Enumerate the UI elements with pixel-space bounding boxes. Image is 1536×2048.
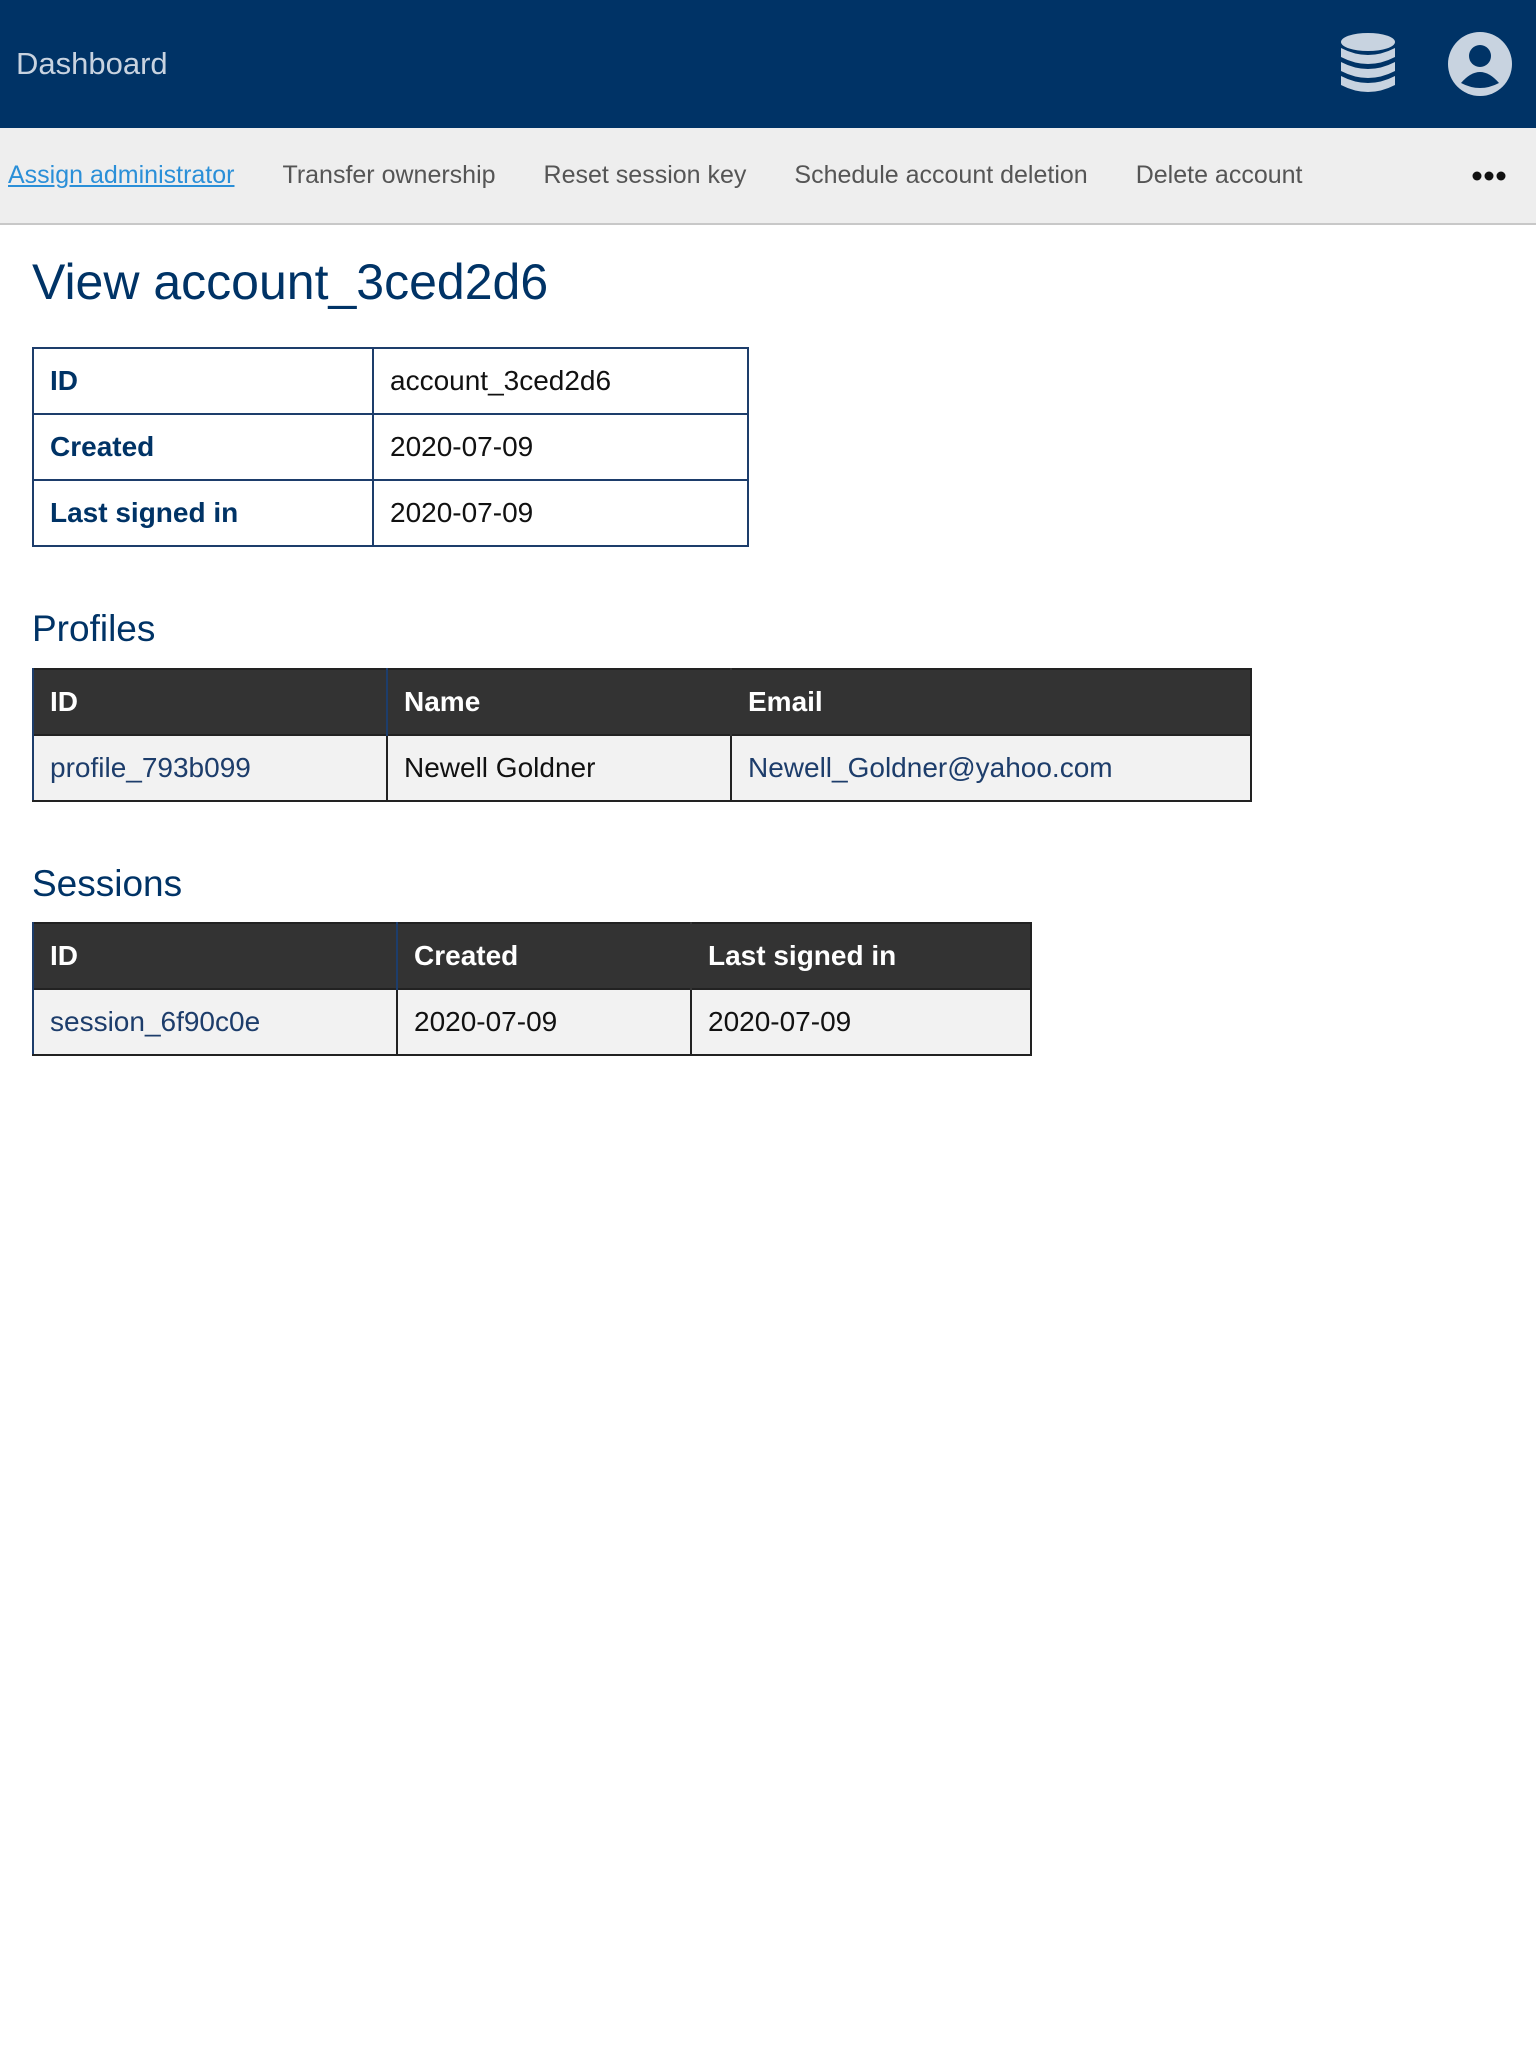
table-header-row: ID Name Email [32, 668, 1251, 735]
profiles-table: ID Name Email profile_793b099 Newell Gol… [32, 667, 1252, 802]
schedule-account-deletion-link[interactable]: Schedule account deletion [794, 161, 1087, 190]
table-row: Created 2020-07-09 [32, 413, 749, 481]
column-header-email: Email [730, 668, 1251, 735]
session-id-link[interactable]: session_6f90c0e [50, 1006, 260, 1037]
column-header-id: ID [32, 668, 387, 735]
table-row: session_6f90c0e 2020-07-09 2020-07-09 [32, 988, 1032, 1057]
session-id-cell: session_6f90c0e [32, 988, 398, 1057]
profile-id-link[interactable]: profile_793b099 [50, 752, 251, 783]
assign-administrator-link[interactable]: Assign administrator [8, 161, 234, 190]
table-row: ID account_3ced2d6 [32, 347, 749, 415]
table-header-row: ID Created Last signed in [32, 923, 1031, 990]
profile-email-link[interactable]: Newell_Goldner@yahoo.com [748, 752, 1113, 783]
user-account-icon [1448, 32, 1512, 96]
detail-key: ID [32, 347, 374, 415]
detail-value: 2020-07-09 [372, 479, 749, 547]
column-header-name: Name [386, 668, 731, 735]
profiles-heading: Profiles [32, 608, 156, 649]
main-content: View account_3ced2d6 ID account_3ced2d6 … [0, 254, 1536, 1057]
sessions-table: ID Created Last signed in session_6f90c0… [32, 922, 1032, 1057]
session-created-cell: 2020-07-09 [396, 988, 692, 1057]
sessions-heading: Sessions [32, 862, 183, 904]
top-navbar: Dashboard [0, 0, 1536, 128]
profile-name-cell: Newell Goldner [386, 733, 732, 802]
action-bar: Assign administrator Transfer ownership … [0, 128, 1536, 225]
database-button[interactable] [1312, 0, 1424, 128]
table-row: profile_793b099 Newell Goldner Newell_Go… [32, 733, 1252, 802]
column-header-id: ID [32, 923, 397, 990]
page-title: View account_3ced2d6 [32, 254, 549, 310]
detail-key: Last signed in [32, 479, 374, 547]
detail-value: account_3ced2d6 [372, 347, 749, 415]
user-account-button[interactable] [1424, 0, 1536, 128]
account-details-table: ID account_3ced2d6 Created 2020-07-09 La… [32, 347, 749, 547]
column-header-created: Created [396, 923, 691, 990]
database-icon [1341, 33, 1395, 92]
transfer-ownership-link[interactable]: Transfer ownership [282, 161, 495, 190]
more-horizontal-icon [1472, 171, 1506, 180]
dashboard-link[interactable]: Dashboard [16, 46, 168, 82]
column-header-last-signed-in: Last signed in [690, 923, 1031, 990]
detail-value: 2020-07-09 [372, 413, 749, 481]
table-row: Last signed in 2020-07-09 [32, 479, 749, 547]
detail-key: Created [32, 413, 374, 481]
profile-id-cell: profile_793b099 [32, 733, 388, 802]
delete-account-link[interactable]: Delete account [1136, 161, 1303, 190]
navbar-icons [1312, 0, 1536, 128]
session-last-signed-in-cell: 2020-07-09 [690, 988, 1032, 1057]
reset-session-key-link[interactable]: Reset session key [544, 161, 747, 190]
profile-email-cell: Newell_Goldner@yahoo.com [730, 733, 1252, 802]
more-actions-button[interactable] [1472, 171, 1506, 181]
